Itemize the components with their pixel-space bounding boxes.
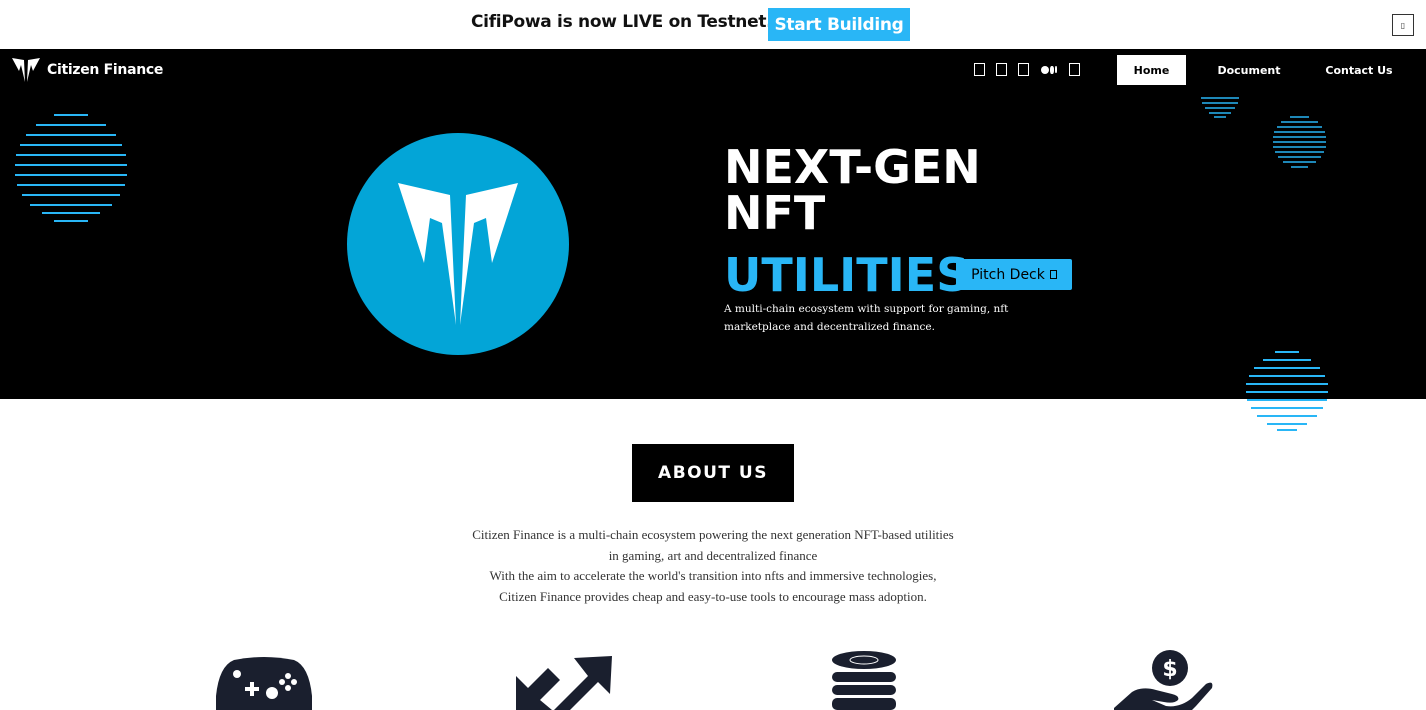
- github-icon[interactable]: [1069, 63, 1080, 76]
- close-icon[interactable]: ▯: [1392, 14, 1414, 36]
- brand-name: Citizen Finance: [47, 62, 164, 78]
- svg-text:$: $: [1162, 657, 1177, 682]
- coin-stack-icon: [832, 651, 896, 710]
- pitch-deck-button[interactable]: Pitch Deck: [956, 259, 1072, 290]
- nav-document[interactable]: Document: [1208, 55, 1290, 85]
- citizen-logo-icon: [12, 58, 40, 82]
- hero-description: A multi-chain ecosystem with support for…: [724, 303, 1009, 333]
- start-building-button[interactable]: Start Building: [768, 8, 910, 41]
- nav-home[interactable]: Home: [1117, 55, 1186, 85]
- about-line: in gaming, art and decentralized finance: [608, 547, 818, 563]
- striped-circle-decoration: [1201, 97, 1239, 118]
- hero-title-line2: NFT: [724, 186, 826, 240]
- nav-contact-us[interactable]: Contact Us: [1318, 55, 1400, 85]
- about-description: Citizen Finance is a multi-chain ecosyst…: [413, 525, 1013, 607]
- hero-title-accent: UTILITIES: [724, 248, 970, 302]
- external-link-icon: [1049, 270, 1057, 279]
- hero-title: NEXT-GEN NFT: [724, 144, 981, 236]
- discord-icon[interactable]: [1018, 63, 1029, 76]
- striped-circle-decoration: [15, 114, 127, 222]
- striped-circle-decoration: [1246, 351, 1328, 431]
- gamepad-icon: [216, 657, 312, 710]
- medium-icon[interactable]: [1040, 63, 1058, 76]
- telegram-icon[interactable]: [996, 63, 1007, 76]
- twitter-icon[interactable]: [974, 63, 985, 76]
- social-links: [974, 63, 1080, 76]
- money-hand-icon: $: [1114, 650, 1213, 710]
- about-line: Citizen Finance is a multi-chain ecosyst…: [472, 527, 954, 542]
- citizen-logo-icon: [398, 183, 518, 325]
- striped-circle-decoration: [1273, 116, 1326, 168]
- exchange-arrows-icon: [516, 656, 612, 710]
- about-line: Citizen Finance provides cheap and easy-…: [499, 588, 927, 604]
- pitch-deck-label: Pitch Deck: [971, 266, 1045, 283]
- hero-logo-circle: [347, 133, 569, 355]
- announcement-bar: CifiPowa is now LIVE on Testnet. Start B…: [0, 0, 1426, 49]
- about-line: With the aim to accelerate the world's t…: [489, 568, 937, 583]
- top-navbar: Citizen Finance Home Document Contact Us: [0, 49, 1426, 91]
- hero-section: NEXT-GEN NFT UTILITIES Pitch Deck A mult…: [0, 91, 1426, 399]
- announcement-text: CifiPowa is now LIVE on Testnet.: [471, 12, 773, 32]
- brand-logo[interactable]: Citizen Finance: [11, 57, 163, 83]
- hero-title-line1: NEXT-GEN: [724, 140, 981, 194]
- about-us-heading: ABOUT US: [632, 444, 794, 502]
